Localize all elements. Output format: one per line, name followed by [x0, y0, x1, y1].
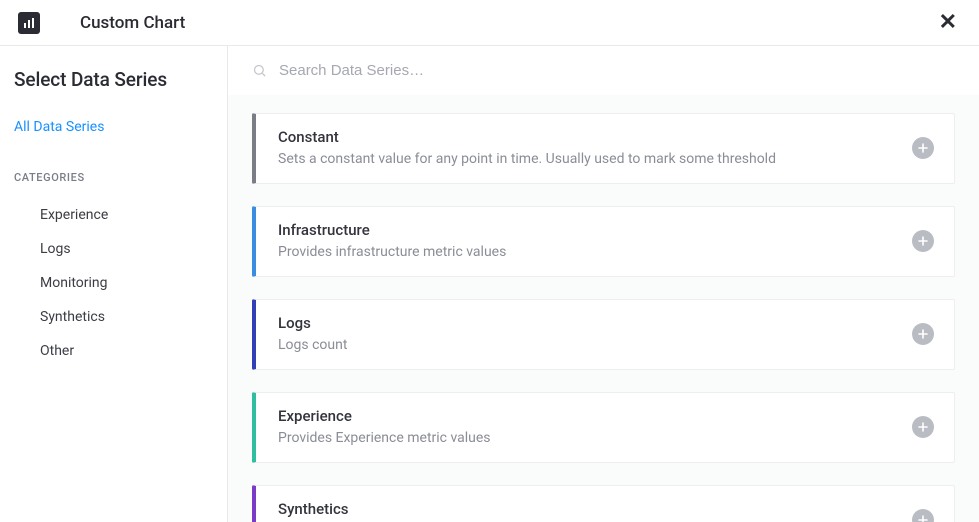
sidebar-item-monitoring[interactable]: Monitoring	[14, 266, 213, 300]
sidebar: Select Data Series All Data Series CATEG…	[0, 46, 228, 522]
main-panel: Constant Sets a constant value for any p…	[228, 46, 979, 522]
sidebar-title: Select Data Series	[14, 68, 213, 91]
series-card-text: Logs Logs count	[278, 314, 912, 355]
sidebar-item-experience[interactable]: Experience	[14, 198, 213, 232]
search-input[interactable]	[279, 62, 955, 79]
chart-icon	[18, 12, 40, 34]
sidebar-all-data-series[interactable]: All Data Series	[14, 119, 213, 135]
plus-icon	[918, 329, 928, 339]
add-series-button[interactable]	[912, 137, 934, 159]
series-card-constant[interactable]: Constant Sets a constant value for any p…	[252, 113, 955, 184]
sidebar-categories-header: CATEGORIES	[14, 171, 213, 184]
add-series-button[interactable]	[912, 509, 934, 522]
series-card-synthetics[interactable]: Synthetics Provides Synthetics metric va…	[252, 485, 955, 522]
search-bar	[228, 46, 979, 95]
add-series-button[interactable]	[912, 416, 934, 438]
series-card-text: Experience Provides Experience metric va…	[278, 407, 912, 448]
series-title: Logs	[278, 314, 912, 332]
modal-header: Custom Chart ✕	[0, 0, 979, 46]
modal-body: Select Data Series All Data Series CATEG…	[0, 46, 979, 522]
sidebar-item-logs[interactable]: Logs	[14, 232, 213, 266]
close-icon[interactable]: ✕	[935, 6, 961, 39]
add-series-button[interactable]	[912, 323, 934, 345]
series-card-logs[interactable]: Logs Logs count	[252, 299, 955, 370]
series-title: Synthetics	[278, 500, 912, 518]
modal-title: Custom Chart	[80, 13, 185, 33]
series-card-infrastructure[interactable]: Infrastructure Provides infrastructure m…	[252, 206, 955, 277]
add-series-button[interactable]	[912, 230, 934, 252]
plus-icon	[918, 143, 928, 153]
series-desc: Provides Experience metric values	[278, 429, 912, 448]
series-desc: Logs count	[278, 336, 912, 355]
series-card-text: Constant Sets a constant value for any p…	[278, 128, 912, 169]
series-desc: Sets a constant value for any point in t…	[278, 150, 912, 169]
sidebar-item-synthetics[interactable]: Synthetics	[14, 300, 213, 334]
series-desc: Provides infrastructure metric values	[278, 243, 912, 262]
series-card-text: Synthetics Provides Synthetics metric va…	[278, 500, 912, 522]
plus-icon	[918, 515, 928, 522]
plus-icon	[918, 236, 928, 246]
search-icon	[252, 63, 267, 78]
plus-icon	[918, 422, 928, 432]
series-title: Constant	[278, 128, 912, 146]
sidebar-item-other[interactable]: Other	[14, 334, 213, 368]
series-list: Constant Sets a constant value for any p…	[228, 95, 979, 522]
series-card-experience[interactable]: Experience Provides Experience metric va…	[252, 392, 955, 463]
series-title: Experience	[278, 407, 912, 425]
series-title: Infrastructure	[278, 221, 912, 239]
series-card-text: Infrastructure Provides infrastructure m…	[278, 221, 912, 262]
